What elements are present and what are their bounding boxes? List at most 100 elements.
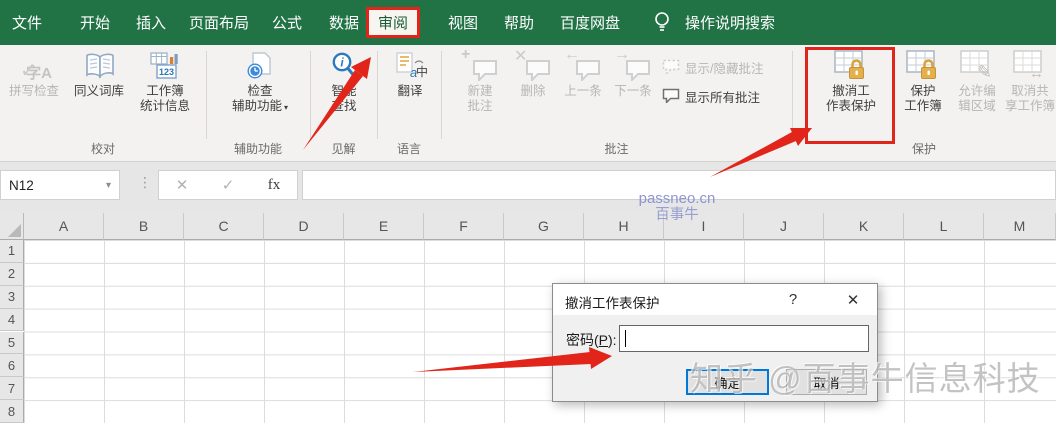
delete-comment-button: ✕ 删除 [508,48,558,99]
new-comment-icon: + [461,46,498,81]
spell-check-icon: 字A ✓ [20,60,52,82]
show-hide-comment-icon [662,59,680,77]
name-box[interactable]: N12 ▾ [0,170,120,200]
row-header-2[interactable]: 2 [0,262,24,286]
column-header-L[interactable]: L [904,213,984,240]
svg-text:123: 123 [159,67,174,77]
cancel-icon: ✕ [175,177,189,194]
group-label-proofing: 校对 [90,142,115,156]
group-divider [310,51,311,139]
group-divider [441,51,442,139]
column-header-F[interactable]: F [424,213,504,240]
sheet-pencil-icon: ✎ [959,49,995,81]
allow-edit-ranges-button: ✎ 允许编 辑区域 [950,49,1004,114]
sheet-lock-icon [833,49,869,81]
spell-check-button: 字A ✓ 拼写检查 [2,49,66,99]
insert-function-icon[interactable]: fx [268,177,281,194]
next-comment-icon: → [614,46,651,81]
name-box-dropdown-icon[interactable]: ▾ [106,180,111,191]
tab-insert[interactable]: 插入 [136,0,166,45]
more-options-icon: ⋮ [138,174,152,190]
column-header-G[interactable]: G [504,213,584,240]
text-caret [625,330,626,347]
svg-text:中: 中 [416,64,428,79]
tab-file[interactable]: 文件 [12,0,42,45]
tab-data[interactable]: 数据 [329,0,359,45]
tab-home[interactable]: 开始 [80,0,110,45]
svg-text:✎: ✎ [977,62,992,81]
column-header-H[interactable]: H [584,213,664,240]
tab-review-highlighted[interactable]: 审阅 [366,7,421,38]
workbook-stats-button[interactable]: 123 工作簿 统计信息 [130,49,200,114]
show-all-comments-icon [662,88,680,106]
sheet-share-arrows-icon: ↔ [1012,49,1048,81]
column-header-A[interactable]: A [24,213,104,240]
row-header-5[interactable]: 5 [0,331,24,355]
password-label: 密码(P): [566,332,617,348]
ok-button[interactable]: 确定 [686,369,769,395]
delete-comment-icon: ✕ [514,48,551,81]
column-header-E[interactable]: E [344,213,424,240]
check-accessibility-button[interactable]: 检查 辅助功能 ▾ [220,49,300,115]
menu-bar: 文件 开始 插入 页面布局 公式 数据 审阅 视图 帮助 百度网盘 操作说明搜索 [0,0,1056,45]
row-header-3[interactable]: 3 [0,285,24,309]
tab-view[interactable]: 视图 [448,0,478,45]
row-header-7[interactable]: 7 [0,377,24,401]
tab-help[interactable]: 帮助 [504,0,534,45]
tab-page-layout[interactable]: 页面布局 [189,0,249,45]
group-label-accessibility: 辅助功能 [233,142,282,156]
workbook-lock-icon [905,49,941,81]
group-divider [377,51,378,139]
column-header-D[interactable]: D [264,213,344,240]
column-header-C[interactable]: C [184,213,264,240]
protect-workbook-button[interactable]: 保护 工作簿 [896,49,950,114]
row-header-8[interactable]: 8 [0,400,24,423]
row-header-4[interactable]: 4 [0,308,24,332]
group-label-comments: 批注 [604,142,629,156]
translate-icon: a 中 [392,49,428,81]
new-comment-button: + 新建 批注 [452,46,508,114]
book-icon [81,49,117,81]
password-input[interactable] [619,325,869,352]
formula-input[interactable] [302,170,1056,200]
select-all-corner[interactable] [0,213,24,240]
unprotect-sheet-dialog: 撤消工作表保护 ? ✕ 密码(P): 确定 取消 [552,283,878,402]
ribbon: 校对 辅助功能 见解 语言 批注 保护 字A ✓ 拼写检查 同义词库 123 工… [0,45,1056,162]
tab-formulas[interactable]: 公式 [272,0,302,45]
dialog-close-icon[interactable]: ✕ [835,284,871,315]
group-label-protect: 保护 [911,142,936,156]
stats-123-icon: 123 [147,49,183,81]
column-header-M[interactable]: M [984,213,1056,240]
group-label-insights: 见解 [331,142,356,156]
magnifier-info-icon: i [326,49,362,81]
cell-grid[interactable] [24,240,1056,423]
unshare-workbook-button: ↔ 取消共 享工作簿 [1004,49,1056,114]
column-header-K[interactable]: K [824,213,904,240]
column-header-J[interactable]: J [744,213,824,240]
formula-bar: N12 ▾ ⋮ ✕ ✓ fx [0,162,1056,213]
tell-me-search[interactable]: 操作说明搜索 [685,0,775,45]
previous-comment-icon: ← [564,46,601,81]
show-hide-comment-button: 显示/隐藏批注 [662,58,763,77]
tab-baidu-netdisk[interactable]: 百度网盘 [560,0,620,45]
row-header-6[interactable]: 6 [0,354,24,378]
chevron-down-icon: ▾ [284,103,289,112]
svg-text:↔: ↔ [1029,65,1044,81]
smart-lookup-button[interactable]: i 智能 查找 [314,49,374,114]
column-header-B[interactable]: B [104,213,184,240]
unprotect-sheet-button[interactable]: 撤消工 作表保护 [809,49,893,114]
accessibility-checker-icon [242,49,278,81]
cancel-button[interactable]: 取消 [786,369,867,395]
dialog-help-button[interactable]: ? [779,284,807,315]
group-label-language: 语言 [396,142,421,156]
select-all-triangle-icon [8,224,21,237]
translate-button[interactable]: a 中 翻译 [382,49,438,99]
group-divider [792,51,793,139]
lightbulb-icon [653,11,671,39]
thesaurus-button[interactable]: 同义词库 [68,49,130,99]
enter-icon: ✓ [221,177,235,194]
row-header-1[interactable]: 1 [0,240,24,263]
previous-comment-button: ← 上一条 [564,46,602,98]
show-all-comments-button[interactable]: 显示所有批注 [662,87,760,106]
column-header-I[interactable]: I [664,213,744,240]
